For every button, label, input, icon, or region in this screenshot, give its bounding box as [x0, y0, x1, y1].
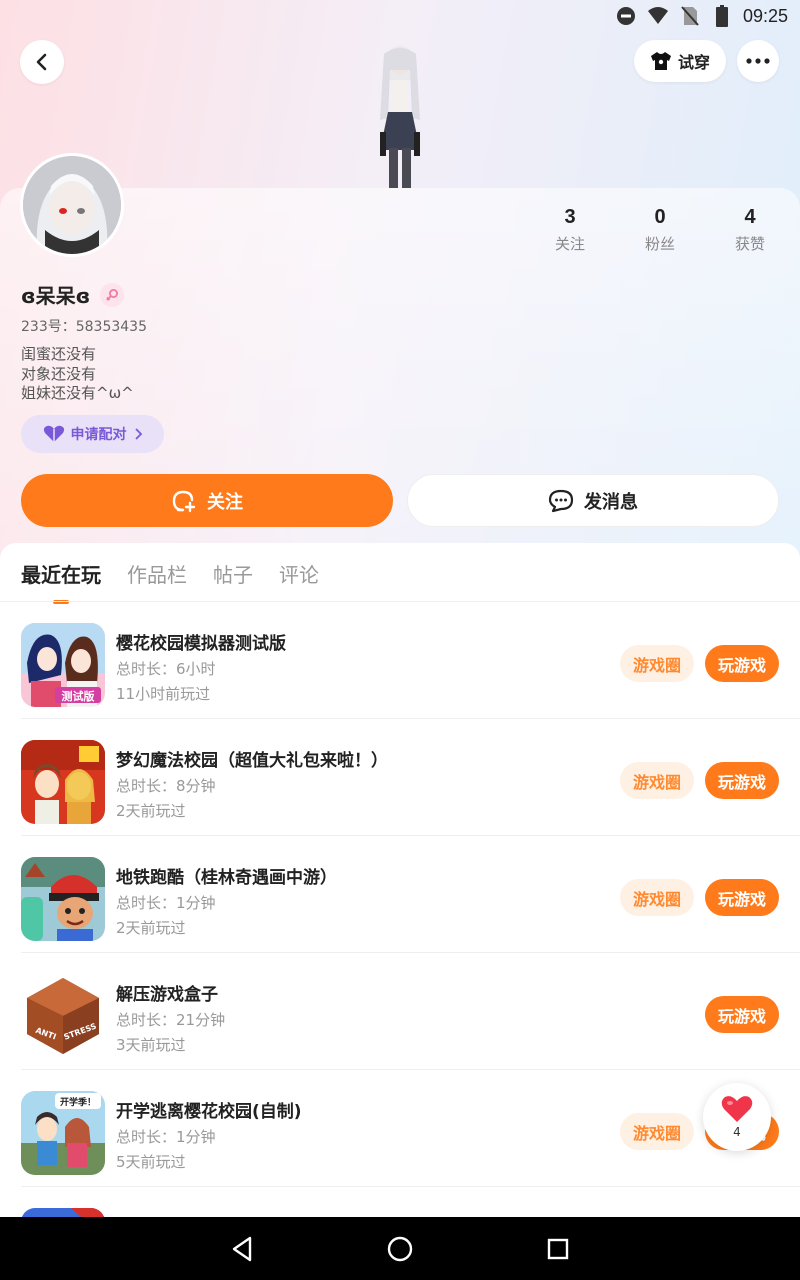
game-row[interactable]: 地铁跑酷（桂林奇遇画中游） 总时长：1分钟 2天前玩过 游戏圈 玩游戏: [21, 836, 800, 953]
3d-avatar-figure[interactable]: [358, 40, 442, 188]
game-last-played: 2天前玩过: [116, 802, 186, 820]
game-name: 解压游戏盒子: [116, 985, 218, 1005]
game-row[interactable]: 开学季！ 开学逃离樱花校园(自制) 总时长：1分钟 5天前玩过 游戏圈 玩游戏: [21, 1070, 800, 1187]
profile-tabs: 最近在玩 作品栏 帖子 评论: [21, 559, 319, 604]
play-game-button[interactable]: 玩游戏: [705, 645, 779, 682]
play-game-button[interactable]: 玩游戏: [705, 996, 779, 1033]
try-on-button[interactable]: 试穿: [634, 40, 726, 82]
game-last-played: 2天前玩过: [116, 919, 186, 937]
female-gender-icon: [100, 282, 125, 307]
game-icon[interactable]: [21, 740, 105, 824]
game-row[interactable]: 测试版 樱花校园模拟器测试版 总时长：6小时 11小时前玩过 游戏圈 玩游戏: [21, 602, 800, 719]
bio-line: 对象还没有: [21, 364, 97, 383]
send-message-button[interactable]: 发消息: [407, 474, 779, 527]
game-circle-button[interactable]: 游戏圈: [620, 762, 694, 799]
game-duration: 总时长：8分钟: [116, 777, 216, 795]
more-dots-icon: [746, 58, 770, 64]
game-name: 开学逃离樱花校园(自制): [116, 1102, 302, 1122]
heart-pair-icon: [43, 425, 64, 442]
game-last-played: 5天前玩过: [116, 1153, 186, 1171]
game-circle-button[interactable]: 游戏圈: [620, 879, 694, 916]
game-duration: 总时长：21分钟: [116, 1011, 226, 1029]
game-row[interactable]: ANTI STRESS 解压游戏盒子 总时长：21分钟 3天前玩过 玩游戏: [21, 953, 800, 1070]
stat-value: 4: [744, 206, 756, 228]
stat-followers[interactable]: 0 粉丝: [615, 206, 705, 254]
follow-label: 关注: [207, 491, 243, 513]
square-recents-icon: [547, 1238, 569, 1259]
game-duration: 总时长：6小时: [116, 660, 216, 678]
triangle-back-icon: [232, 1236, 252, 1261]
game-name: 樱花校园模拟器测试版: [116, 634, 286, 654]
game-circle-button[interactable]: 游戏圈: [620, 645, 694, 682]
request-pair-label: 申请配对: [70, 427, 127, 443]
request-pair-button[interactable]: 申请配对: [21, 415, 164, 453]
game-name: 梦幻魔法校园（超值大礼包来啦！）: [116, 751, 388, 771]
avatar[interactable]: [20, 153, 124, 257]
heart-icon: [721, 1096, 753, 1122]
tab-comments[interactable]: 评论: [279, 559, 319, 604]
game-icon[interactable]: 开学季！: [21, 1091, 105, 1175]
game-duration: 总时长：1分钟: [116, 894, 216, 912]
game-row[interactable]: 梦幻魔法校园（超值大礼包来啦！） 总时长：8分钟 2天前玩过 游戏圈 玩游戏: [21, 719, 800, 836]
follow-button[interactable]: 关注: [21, 474, 393, 527]
wifi-icon: [647, 5, 669, 27]
do-not-disturb-icon: [615, 5, 637, 27]
stat-value: 0: [654, 206, 666, 228]
no-sim-icon: [679, 5, 701, 27]
game-circle-button[interactable]: 游戏圈: [620, 1113, 694, 1150]
nav-recents-button[interactable]: [479, 1217, 637, 1280]
content-panel: 最近在玩 作品栏 帖子 评论 测试版 樱花校园模拟器测试版 总时长：6小时 11…: [0, 543, 800, 1217]
chat-bubble-icon: [548, 489, 574, 512]
game-icon-badge: 测试版: [62, 689, 95, 703]
tab-works[interactable]: 作品栏: [127, 559, 187, 604]
back-arrow-icon: [36, 53, 47, 71]
more-options-button[interactable]: [737, 40, 779, 82]
send-message-label: 发消息: [584, 491, 638, 513]
play-game-button[interactable]: 玩游戏: [705, 879, 779, 916]
battery-icon: [711, 5, 733, 27]
username: ɞ呆呆ɞ: [21, 284, 91, 308]
user-id: 233号：58353435: [21, 319, 147, 335]
stat-value: 3: [564, 206, 576, 228]
game-icon[interactable]: ANTI STRESS: [21, 974, 105, 1058]
chevron-right-icon: [134, 428, 142, 440]
nav-home-button[interactable]: [321, 1217, 479, 1280]
like-floating-button[interactable]: 4: [703, 1083, 771, 1151]
bio: 闺蜜还没有 对象还没有 姐妹还没有^ω^: [21, 345, 134, 404]
game-icon[interactable]: [21, 857, 105, 941]
stat-following[interactable]: 3 关注: [525, 206, 615, 254]
like-count: 4: [733, 1125, 741, 1139]
game-icon-badge: 开学季！: [60, 1096, 96, 1108]
game-row[interactable]: [21, 1187, 800, 1217]
navigation-bar: [0, 1217, 800, 1280]
tshirt-icon: [650, 52, 671, 70]
stat-label: 获赞: [734, 235, 765, 253]
game-last-played: 11小时前玩过: [116, 685, 211, 703]
stat-label: 关注: [554, 235, 585, 253]
profile-stats: 3 关注 0 粉丝 4 获赞: [525, 206, 795, 254]
tab-posts[interactable]: 帖子: [213, 559, 253, 604]
game-icon[interactable]: 测试版: [21, 623, 105, 707]
game-icon[interactable]: [21, 1208, 105, 1217]
status-bar: 09:25: [0, 0, 800, 32]
game-name: 地铁跑酷（桂林奇遇画中游）: [116, 868, 337, 888]
play-game-button[interactable]: 玩游戏: [705, 762, 779, 799]
follow-chat-plus-icon: [172, 490, 196, 512]
game-last-played: 3天前玩过: [116, 1036, 186, 1054]
tab-recently-played[interactable]: 最近在玩: [21, 559, 101, 604]
nav-back-button[interactable]: [163, 1217, 321, 1280]
bio-line: 闺蜜还没有: [21, 345, 97, 363]
try-on-label: 试穿: [677, 53, 710, 72]
bio-line: 姐妹还没有^ω^: [21, 384, 134, 402]
stat-likes[interactable]: 4 获赞: [705, 206, 795, 254]
username-row: ɞ呆呆ɞ: [21, 280, 125, 309]
game-duration: 总时长：1分钟: [116, 1128, 216, 1146]
circle-home-icon: [387, 1236, 413, 1261]
game-list: 测试版 樱花校园模拟器测试版 总时长：6小时 11小时前玩过 游戏圈 玩游戏 梦…: [0, 602, 800, 1217]
clock: 09:25: [742, 5, 788, 26]
back-button[interactable]: [20, 40, 64, 84]
stat-label: 粉丝: [644, 235, 675, 253]
